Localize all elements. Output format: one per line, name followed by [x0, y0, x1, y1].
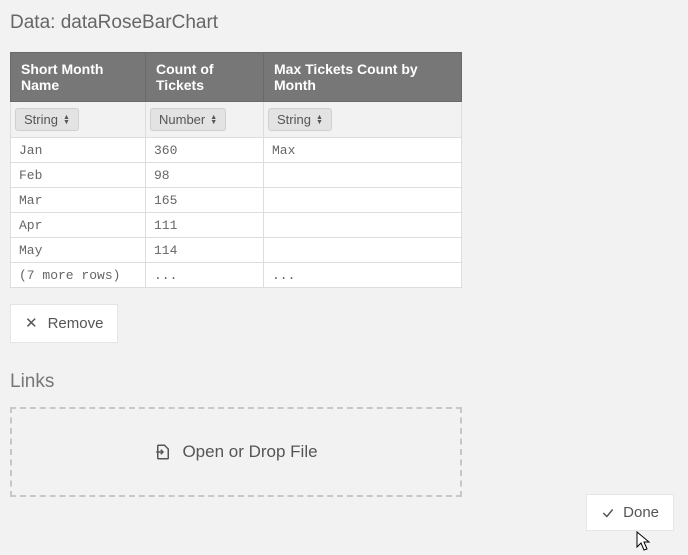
table-row: Jan360Max	[11, 138, 462, 163]
type-select-2[interactable]: String ▲▼	[268, 108, 332, 131]
open-or-drop-file[interactable]: Open or Drop File	[10, 407, 462, 497]
sort-icon: ▲▼	[316, 115, 323, 125]
done-label: Done	[623, 504, 659, 521]
table-row: Mar165	[11, 188, 462, 213]
type-label: String	[277, 112, 311, 127]
col-header-2[interactable]: Max Tickets Count by Month	[264, 53, 462, 102]
table-header-row: Short Month Name Count of Tickets Max Ti…	[11, 53, 462, 102]
cursor-icon	[636, 531, 652, 553]
section-title: Data: dataRoseBarChart	[10, 12, 678, 34]
sort-icon: ▲▼	[63, 115, 70, 125]
col-header-1[interactable]: Count of Tickets	[146, 53, 264, 102]
type-select-1[interactable]: Number ▲▼	[150, 108, 226, 131]
table-more-row: (7 more rows) ... ...	[11, 263, 462, 288]
table-type-row: String ▲▼ Number ▲▼ String ▲▼	[11, 102, 462, 138]
col-header-0[interactable]: Short Month Name	[11, 53, 146, 102]
done-button[interactable]: Done	[586, 494, 674, 531]
close-icon: ✕	[25, 316, 38, 331]
open-file-icon	[154, 443, 172, 461]
data-table: Short Month Name Count of Tickets Max Ti…	[10, 52, 462, 288]
check-icon	[601, 506, 615, 520]
drop-label: Open or Drop File	[182, 442, 317, 462]
table-row: May114	[11, 238, 462, 263]
type-label: Number	[159, 112, 205, 127]
sort-icon: ▲▼	[210, 115, 217, 125]
table-row: Feb98	[11, 163, 462, 188]
table-row: Apr111	[11, 213, 462, 238]
type-select-0[interactable]: String ▲▼	[15, 108, 79, 131]
remove-button[interactable]: ✕ Remove	[10, 304, 118, 343]
table-body: Jan360Max Feb98 Mar165 Apr111 May114 (7 …	[11, 138, 462, 288]
remove-label: Remove	[48, 315, 104, 332]
links-title: Links	[10, 371, 678, 393]
type-label: String	[24, 112, 58, 127]
